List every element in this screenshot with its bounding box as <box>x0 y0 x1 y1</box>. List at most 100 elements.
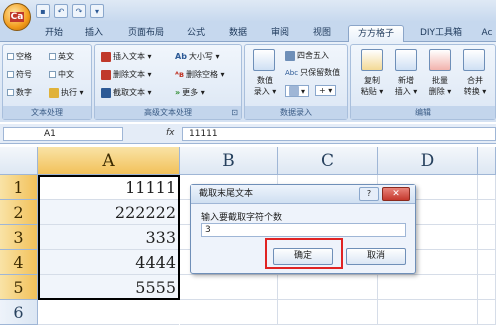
checkbox-symbol[interactable]: 符号 <box>7 69 32 80</box>
delete-space-button[interactable]: ᴬʙ 删除空格 ▾ <box>175 69 225 80</box>
plus-dropdown[interactable]: + ▾ <box>315 85 337 96</box>
help-button[interactable]: ? <box>359 187 379 201</box>
row-header-5[interactable]: 5 <box>0 275 38 300</box>
numeric-entry-button[interactable]: 数值 录入 ▾ <box>249 75 281 97</box>
cell-a3[interactable]: 333 <box>38 225 179 250</box>
tab-ac[interactable]: Ac <box>478 25 496 42</box>
abc-icon: Abc <box>285 68 299 77</box>
close-button[interactable]: ✕ <box>382 187 410 201</box>
cell-a6[interactable] <box>38 300 179 325</box>
cell-c5[interactable] <box>278 275 378 300</box>
delete-icon <box>429 49 451 71</box>
cell-e3[interactable] <box>478 225 496 250</box>
cancel-button[interactable]: 取消 <box>346 248 406 265</box>
copy-paste-button[interactable]: 复制 粘贴 ▾ <box>355 75 389 97</box>
char-count-input[interactable]: 3 <box>201 223 406 237</box>
tab-view[interactable]: 视图 <box>308 25 336 42</box>
execute-button[interactable]: 执行 ▾ <box>49 87 84 98</box>
checkbox-icon <box>49 71 56 78</box>
extract-text-icon <box>101 87 111 98</box>
copy-paste-icon <box>361 49 383 71</box>
column-header-d[interactable]: D <box>378 147 478 175</box>
checkbox-number[interactable]: 数字 <box>7 87 32 98</box>
column-header-b[interactable]: B <box>180 147 278 175</box>
group-edit: 复制 粘贴 ▾ 新增 插入 ▾ 批量 删除 ▾ 合并 转换 ▾ 编辑 <box>350 44 496 120</box>
row-header-3[interactable]: 3 <box>0 225 38 250</box>
column-header-c[interactable]: C <box>278 147 378 175</box>
case-button[interactable]: Ab 大小写 ▾ <box>175 51 219 62</box>
group-text-processing: 空格 英文 符号 中文 数字 执行 ▾ 文本处理 <box>2 44 92 120</box>
row-header-1[interactable]: 1 <box>0 175 38 200</box>
format-icon <box>289 86 299 96</box>
cell-e6[interactable] <box>478 300 496 325</box>
checkbox-chinese[interactable]: 中文 <box>49 69 74 80</box>
cell-a4[interactable]: 4444 <box>38 250 179 275</box>
tab-home[interactable]: 开始 <box>40 25 68 42</box>
tab-formulas[interactable]: 公式 <box>182 25 210 42</box>
checkbox-label: 英文 <box>58 52 74 61</box>
cell-c6[interactable] <box>278 300 378 325</box>
row-header-6[interactable]: 6 <box>0 300 38 325</box>
cell-d6[interactable] <box>378 300 478 325</box>
tab-page-layout[interactable]: 页面布局 <box>122 25 170 42</box>
checkbox-label: 数字 <box>16 88 32 97</box>
tab-insert[interactable]: 插入 <box>80 25 108 42</box>
group-advanced-text: 插入文本 ▾ Ab 大小写 ▾ 删除文本 ▾ ᴬʙ 删除空格 ▾ 截取文本 ▾ » 更… <box>94 44 242 120</box>
customize-qat-icon[interactable]: ▾ <box>90 4 104 18</box>
extract-text-button[interactable]: 截取文本 ▾ <box>101 87 152 98</box>
button-label: 删除文本 ▾ <box>113 70 152 79</box>
checkbox-space[interactable]: 空格 <box>7 51 32 62</box>
cell-e1[interactable] <box>478 175 496 200</box>
merge-convert-button[interactable]: 合并 转换 ▾ <box>457 75 493 97</box>
keep-values-button[interactable]: Abc 只保留数值 <box>285 67 340 78</box>
insert-button[interactable]: 新增 插入 ▾ <box>389 75 423 97</box>
fx-icon[interactable]: fx <box>166 128 175 138</box>
case-icon: Ab <box>175 52 187 61</box>
insert-text-button[interactable]: 插入文本 ▾ <box>101 51 152 62</box>
checkbox-english[interactable]: 英文 <box>49 51 74 62</box>
execute-icon <box>49 87 59 98</box>
batch-delete-button[interactable]: 批量 删除 ▾ <box>423 75 457 97</box>
round-button[interactable]: 四舍五入 <box>285 50 329 61</box>
redo-icon[interactable]: ↷ <box>72 4 86 18</box>
formula-input[interactable]: 11111 <box>182 127 496 141</box>
dialog-title-bar[interactable]: 截取末尾文本 ? ✕ <box>191 185 415 204</box>
tab-data[interactable]: 数据 <box>224 25 252 42</box>
ok-button[interactable]: 确定 <box>273 248 333 265</box>
tab-fangfanggezi[interactable]: 方方格子 <box>348 25 404 42</box>
name-box[interactable]: A1 <box>3 127 123 141</box>
row-header-4[interactable]: 4 <box>0 250 38 275</box>
cell-e4[interactable] <box>478 250 496 275</box>
cell-a5[interactable]: 5555 <box>38 275 179 300</box>
checkbox-label: 空格 <box>16 52 32 61</box>
select-all-corner[interactable] <box>0 147 38 175</box>
tab-diy-toolbox[interactable]: DIY工具箱 <box>414 25 468 42</box>
delete-text-button[interactable]: 删除文本 ▾ <box>101 69 152 80</box>
undo-icon[interactable]: ↶ <box>54 4 68 18</box>
formula-bar: A1 fx 11111 <box>0 124 496 144</box>
column-header-a[interactable]: A <box>38 147 180 175</box>
group-label-text: 高级文本处理 <box>144 108 192 117</box>
cell-a1[interactable]: 11111 <box>38 175 179 200</box>
merge-icon <box>463 49 485 71</box>
cell-b5[interactable] <box>180 275 278 300</box>
cell-e5[interactable] <box>478 275 496 300</box>
checkbox-label: 符号 <box>16 70 32 79</box>
format-dropdown[interactable]: ▾ <box>285 85 310 97</box>
dialog-launcher-icon[interactable]: ⊡ <box>231 106 238 119</box>
row-header-2[interactable]: 2 <box>0 200 38 225</box>
save-icon[interactable]: ▪ <box>36 4 50 18</box>
numeric-entry-icon <box>253 49 275 71</box>
more-button[interactable]: » 更多 ▾ <box>175 87 205 98</box>
cell-b6[interactable] <box>180 300 278 325</box>
button-label: 大小写 ▾ <box>188 52 220 61</box>
group-label: 文本处理 <box>3 106 91 119</box>
office-button[interactable]: Ca <box>3 3 31 31</box>
cell-e2[interactable] <box>478 200 496 225</box>
tab-review[interactable]: 审阅 <box>266 25 294 42</box>
round-icon <box>285 50 295 61</box>
column-header-e[interactable] <box>478 147 496 175</box>
cell-d5[interactable] <box>378 275 478 300</box>
button-label: 四舍五入 <box>297 51 329 60</box>
cell-a2[interactable]: 222222 <box>38 200 179 225</box>
